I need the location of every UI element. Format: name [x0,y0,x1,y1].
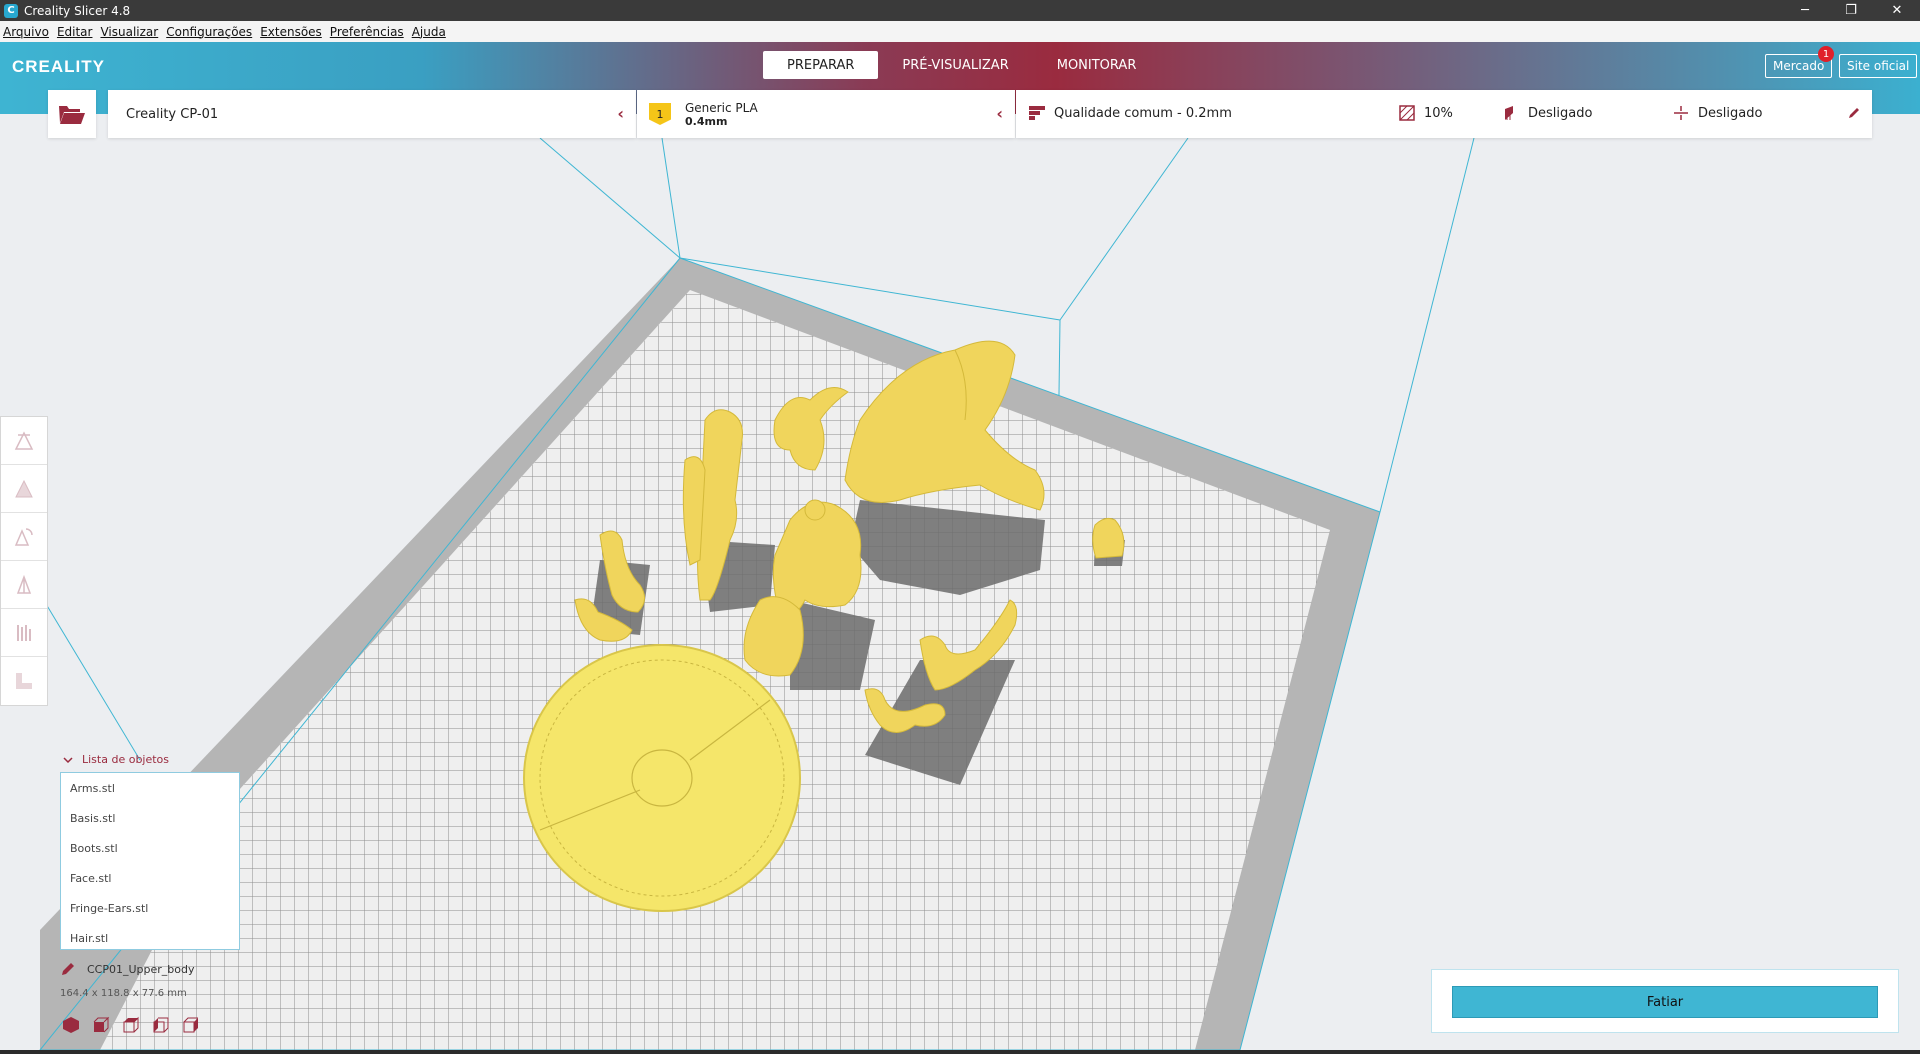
selected-object: CCP01_Upper_body [61,962,195,976]
menu-visualizar[interactable]: Visualizar [100,25,158,39]
3d-viewport[interactable] [0,114,1920,1054]
chevron-left-icon: ‹ [996,104,1003,123]
rotate-tool-button[interactable] [1,513,47,561]
move-tool-button[interactable] [1,417,47,465]
object-list: Arms.stl Basis.stl Boots.stl Face.stl Fr… [60,772,240,950]
mirror-icon [16,574,32,594]
base-model [523,644,801,912]
volume-edge [1379,137,1475,513]
chevron-left-icon: ‹ [617,104,624,123]
menu-configuracoes[interactable]: Configurações [166,25,252,39]
minimize-button[interactable]: ─ [1782,0,1828,21]
support-blocker-button[interactable] [1,657,47,705]
edit-pencil-icon[interactable] [1848,107,1860,119]
object-list-toggle[interactable]: Lista de objetos [63,753,169,766]
quality-icon [1029,106,1045,120]
material-name: Generic PLA [685,100,758,115]
infill-setting: 10% [1399,105,1453,121]
selected-object-name: CCP01_Upper_body [87,962,195,976]
left-toolbar [0,416,48,706]
cube-left-icon [153,1017,169,1033]
window-controls: ─ ❐ ✕ [1782,0,1920,21]
cube-front-icon [93,1016,110,1033]
infill-value: 10% [1424,105,1453,121]
support-setting: Desligado [1503,105,1592,121]
menu-extensoes[interactable]: Extensões [260,25,322,39]
stage-tabs: PREPARAR PRÉ-VISUALIZAR MONITORAR [763,51,1160,79]
mirror-tool-button[interactable] [1,561,47,609]
menu-preferencias[interactable]: Preferências [330,25,404,39]
restore-button[interactable]: ❐ [1828,0,1874,21]
view-top-button[interactable] [122,1016,140,1034]
official-site-button[interactable]: Site oficial [1839,54,1918,78]
material-selector[interactable]: 1 Generic PLA 0.4mm ‹ [637,90,1015,138]
view-3d-button[interactable] [62,1016,80,1034]
view-front-button[interactable] [92,1016,110,1034]
menu-bar: Arquivo Editar Visualizar Configurações … [0,21,1920,42]
print-settings-selector[interactable]: Qualidade comum - 0.2mm 10% Desligado De… [1016,90,1872,138]
per-model-settings-button[interactable] [1,609,47,657]
quality-profile: Qualidade comum - 0.2mm [1029,105,1232,121]
edit-pencil-icon[interactable] [61,962,75,976]
tab-pre-visualizar[interactable]: PRÉ-VISUALIZAR [878,51,1032,79]
list-item[interactable]: Fringe-Ears.stl [61,893,239,923]
menu-ajuda[interactable]: Ajuda [412,25,446,39]
taskbar-edge [0,1050,1920,1054]
list-item[interactable]: Basis.stl [61,803,239,833]
market-notification-badge: 1 [1818,46,1834,62]
creality-logo: CREALITY [12,57,105,76]
printer-name: Creality CP-01 [126,106,219,122]
adhesion-icon [1674,106,1688,120]
volume-edge [661,137,681,259]
nozzle-size: 0.4mm [685,114,728,128]
adhesion-value: Desligado [1698,105,1763,121]
list-item[interactable]: Boots.stl [61,833,239,863]
list-item[interactable]: Arms.stl [61,773,239,803]
volume-edge [1059,137,1189,321]
close-button[interactable]: ✕ [1874,0,1920,21]
view-left-button[interactable] [152,1016,170,1034]
adhesion-setting: Desligado [1673,105,1762,121]
cube-3d-icon [63,1017,79,1033]
menu-editar[interactable]: Editar [57,25,93,39]
rotate-icon [14,527,33,546]
object-list-title: Lista de objetos [82,753,170,766]
scale-tool-button[interactable] [1,465,47,513]
material-info: Generic PLA 0.4mm [685,101,758,128]
volume-edge [539,137,681,259]
support-icon [1505,106,1513,120]
tab-preparar[interactable]: PREPARAR [763,51,879,79]
cube-right-icon [183,1017,198,1033]
cube-top-icon [123,1016,139,1033]
per-model-settings-icon [17,624,31,641]
printer-selector[interactable]: Creality CP-01 ‹ [108,90,636,138]
tab-monitorar[interactable]: MONITORAR [1033,51,1161,79]
slice-panel: Fatiar [1431,969,1899,1033]
move-icon [14,430,34,450]
scale-icon [15,479,33,497]
build-plate-scene [38,137,1475,1051]
folder-open-icon [59,106,85,124]
object-dimensions: 164.4 x 118.8 x 77.6 mm [60,988,187,999]
title-bar: C Creality Slicer 4.8 ─ ❐ ✕ [0,0,1920,21]
list-item[interactable]: Face.stl [61,863,239,893]
chevron-down-icon [63,756,73,763]
app-icon: C [4,3,18,18]
view-right-button[interactable] [182,1016,200,1034]
open-file-button[interactable] [48,90,96,138]
support-value: Desligado [1528,105,1593,121]
infill-icon [1399,105,1415,121]
extruder-badge: 1 [649,103,671,125]
support-blocker-icon [16,673,32,689]
window-title: Creality Slicer 4.8 [24,3,131,18]
menu-arquivo[interactable]: Arquivo [3,25,49,39]
list-item[interactable]: Hair.stl [61,923,239,953]
slice-button[interactable]: Fatiar [1452,986,1878,1018]
camera-view-buttons [62,1016,212,1034]
quality-profile-label: Qualidade comum - 0.2mm [1054,105,1232,121]
